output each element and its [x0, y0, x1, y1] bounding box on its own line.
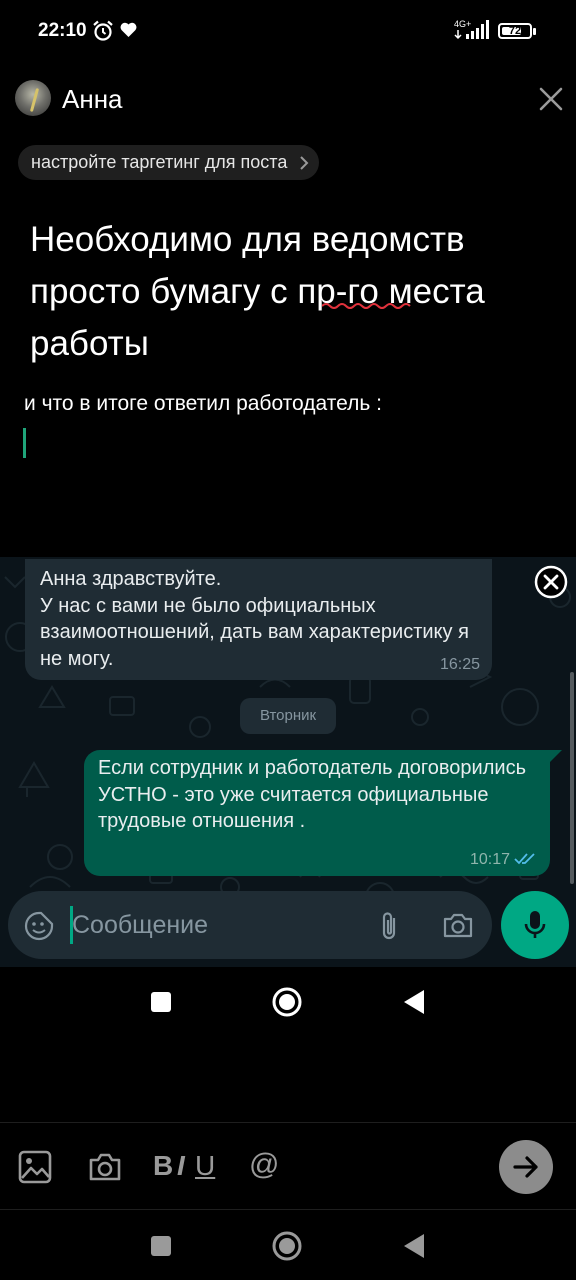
spellcheck-underline — [322, 303, 411, 309]
outgoing-bubble-tail — [550, 750, 562, 762]
contact-name[interactable]: Анна — [62, 84, 123, 115]
attached-chat-screenshot[interactable]: Анна здравствуйте. У нас с вами не было … — [0, 557, 576, 967]
recents-icon[interactable] — [150, 1235, 172, 1257]
message-composer[interactable]: Сообщение — [8, 891, 492, 959]
outgoing-message[interactable]: Если сотрудник и работодатель договорили… — [84, 750, 550, 876]
post-body-text[interactable]: и что в итоге ответил работодатель : — [24, 392, 382, 416]
incoming-message-text: Анна здравствуйте. У нас с вами не было … — [40, 568, 469, 670]
microphone-icon — [524, 911, 546, 938]
heart-icon — [120, 22, 137, 37]
post-toolbar: B I U @ — [0, 1123, 576, 1209]
read-ticks-icon — [514, 853, 535, 865]
date-divider: Вторник — [240, 698, 336, 734]
camera-icon[interactable] — [88, 1152, 122, 1182]
composer-placeholder[interactable]: Сообщение — [72, 911, 208, 940]
underline-button[interactable]: U — [195, 1150, 215, 1182]
battery-tip — [533, 28, 536, 35]
voice-message-button[interactable] — [501, 891, 569, 959]
outgoing-message-text: Если сотрудник и работодатель договорили… — [98, 757, 526, 832]
battery-icon: 72 — [498, 23, 532, 39]
outgoing-message-time: 10:17 — [469, 851, 510, 868]
alarm-icon — [93, 20, 113, 41]
remove-attachment-icon[interactable] — [534, 565, 568, 599]
recents-icon — [151, 992, 171, 1012]
back-icon[interactable] — [402, 1232, 426, 1260]
status-bar: 22:10 4G+ 72 — [0, 0, 576, 62]
incoming-message[interactable]: Анна здравствуйте. У нас с вами не было … — [25, 559, 492, 680]
image-icon[interactable] — [18, 1150, 52, 1184]
arrow-right-icon — [513, 1156, 538, 1178]
cellular-signal-icon: 4G+ — [454, 19, 489, 40]
post-headline[interactable]: Необходимо для ведомств просто бумагу с … — [30, 214, 550, 370]
publish-button[interactable] — [499, 1140, 553, 1194]
home-icon[interactable] — [271, 1230, 303, 1262]
mention-button[interactable]: @ — [249, 1148, 279, 1182]
status-time: 22:10 — [38, 20, 87, 41]
chevron-right-icon — [300, 156, 309, 170]
battery-level: 72 — [508, 25, 522, 37]
system-nav-bar — [0, 1212, 576, 1280]
avatar[interactable] — [15, 80, 51, 116]
text-cursor — [23, 428, 26, 458]
chat-scrollbar[interactable] — [570, 672, 574, 884]
paperclip-icon[interactable] — [378, 911, 402, 941]
sticker-icon[interactable] — [24, 911, 54, 941]
network-type: 4G+ — [454, 19, 471, 29]
close-icon[interactable] — [538, 86, 564, 112]
home-icon — [272, 987, 302, 1017]
targeting-chip[interactable]: настройте таргетинг для поста — [18, 145, 320, 180]
bold-button[interactable]: B — [153, 1150, 173, 1182]
screenshot-nav-bar — [0, 968, 576, 1034]
camera-icon[interactable] — [442, 911, 474, 939]
incoming-message-time: 16:25 — [439, 656, 480, 673]
nav-divider — [0, 1209, 576, 1210]
post-header: Анна — [0, 76, 576, 124]
targeting-chip-label: настройте таргетинг для поста — [31, 152, 288, 172]
back-icon — [404, 990, 424, 1014]
italic-button[interactable]: I — [177, 1150, 185, 1182]
